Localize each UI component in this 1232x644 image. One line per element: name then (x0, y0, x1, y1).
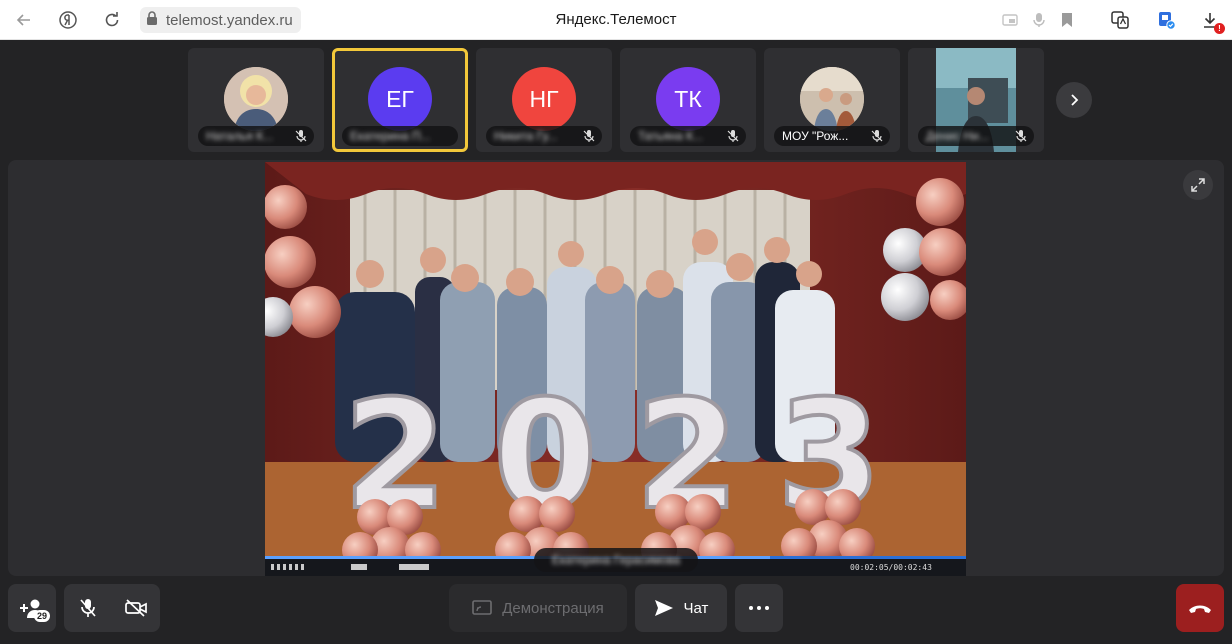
mic-off-icon (1015, 130, 1027, 142)
speaker-name-pill: Екатерина Герасимова (534, 548, 698, 572)
browser-toolbar: telemost.yandex.ru Яндекс.Телемост ! (0, 0, 1232, 40)
send-icon (654, 600, 673, 616)
chevron-right-icon (1071, 94, 1079, 106)
avatar: НГ (512, 67, 576, 131)
participant-name: МОУ "Рож... (782, 129, 849, 143)
participant-tile[interactable]: НГ Никита Гу... (476, 48, 612, 152)
name-pill: МОУ "Рож... (774, 126, 890, 146)
mic-off-icon (727, 130, 739, 142)
mic-off-icon (871, 130, 883, 142)
microphone-icon[interactable] (1027, 8, 1051, 32)
participant-tile-video[interactable]: Денис Ни... (908, 48, 1044, 152)
translate-icon[interactable] (1108, 8, 1132, 32)
extension-icon[interactable] (1154, 8, 1178, 32)
download-icon[interactable]: ! (1198, 8, 1225, 34)
next-participants-button[interactable] (1056, 82, 1092, 118)
participant-name: Никита Гу... (494, 129, 558, 143)
mic-off-icon (80, 599, 96, 617)
fullscreen-button[interactable] (1183, 170, 1213, 200)
bookmark-icon[interactable] (1055, 8, 1079, 32)
toggle-microphone-button[interactable] (64, 597, 112, 619)
avatar (224, 67, 288, 131)
participant-tile[interactable]: Наталья К... (188, 48, 324, 152)
hang-up-icon (1189, 605, 1211, 613)
name-pill: Никита Гу... (486, 126, 602, 146)
participant-tile[interactable]: МОУ "Рож... (764, 48, 900, 152)
screen-share-label: Демонстрация (502, 599, 604, 617)
avatar: ТК (656, 67, 720, 131)
speaker-name: Екатерина Герасимова (551, 553, 681, 567)
name-pill: Наталья К... (198, 126, 314, 146)
download-badge: ! (1214, 23, 1225, 34)
participant-name: Татьяна К... (638, 129, 704, 143)
participant-tile-active[interactable]: ЕГ Екатерина П... (332, 48, 468, 152)
avatar (800, 67, 864, 131)
participant-count-badge: 29 (34, 610, 50, 622)
main-video: 2 0 2 3 00:02:05/00:02:43 (265, 162, 966, 576)
screen-share-button[interactable]: Демонстрация (449, 584, 627, 632)
name-pill: Татьяна К... (630, 126, 746, 146)
more-options-button[interactable] (735, 584, 783, 632)
mic-off-icon (295, 130, 307, 142)
toggle-camera-button[interactable] (112, 599, 160, 617)
name-pill: Екатерина П... (342, 126, 458, 146)
more-icon (749, 606, 769, 610)
media-controls-group (64, 584, 160, 632)
expand-icon (1191, 178, 1205, 192)
player-time: 00:02:05/00:02:43 (850, 563, 932, 572)
chat-button[interactable]: Чат (635, 584, 727, 632)
video-frame: 2 0 2 3 00:02:05/00:02:43 (265, 162, 966, 576)
screen-share-icon (472, 600, 493, 615)
participant-name: Екатерина П... (350, 129, 431, 143)
invite-participants-button[interactable]: 29 (8, 584, 56, 632)
chat-label: Чат (683, 599, 709, 617)
camera-off-icon (125, 599, 147, 617)
picture-in-picture-icon[interactable] (998, 8, 1022, 32)
mic-off-icon (583, 130, 595, 142)
participant-name: Наталья К... (206, 129, 274, 143)
name-pill: Денис Ни... (918, 126, 1034, 146)
leave-call-button[interactable] (1176, 584, 1224, 632)
participant-tile[interactable]: ТК Татьяна К... (620, 48, 756, 152)
participant-name: Денис Ни... (926, 129, 989, 143)
avatar: ЕГ (368, 67, 432, 131)
